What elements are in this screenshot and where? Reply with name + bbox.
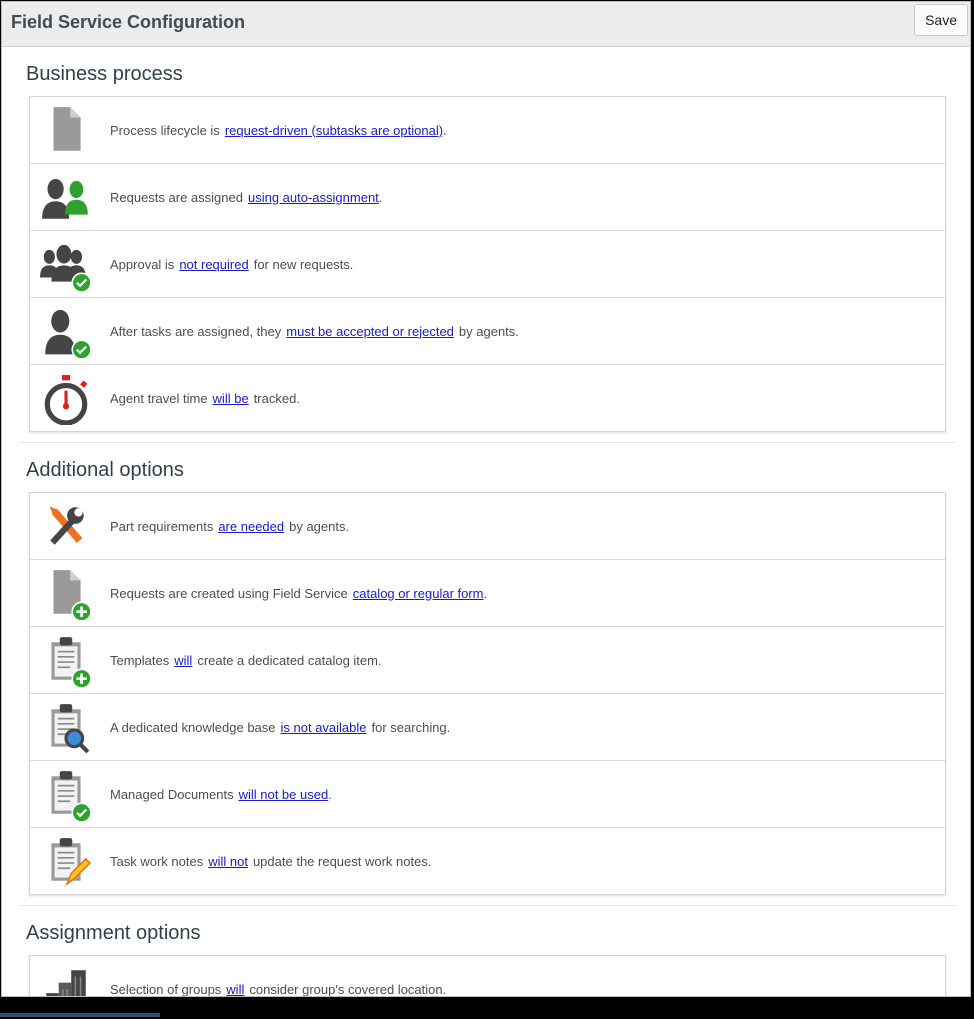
users-assign-icon <box>30 164 110 230</box>
clipboard-add-icon <box>30 627 110 693</box>
clipboard-check-icon <box>30 761 110 827</box>
setting-text: Task work notes will not update the reques… <box>110 854 431 869</box>
setting-suffix: . <box>443 122 447 138</box>
setting-suffix: . <box>328 786 332 802</box>
settings-card: Part requirements are needed by agents. Req… <box>29 492 946 895</box>
setting-value-link[interactable]: request-driven (subtasks are optional) <box>225 123 443 138</box>
setting-row: Selection of groups will consider group's … <box>30 956 945 997</box>
page-title: Field Service Configuration <box>11 12 246 32</box>
setting-suffix: create a dedicated catalog item. <box>197 652 382 668</box>
setting-row: A dedicated knowledge base is not availab… <box>30 694 945 761</box>
setting-text: Selection of groups will consider group's … <box>110 982 446 997</box>
setting-label: Process lifecycle is <box>110 122 220 138</box>
settings-card: Selection of groups will consider group's … <box>29 955 946 997</box>
setting-suffix: for new requests. <box>253 256 354 272</box>
setting-label: Templates <box>110 652 170 668</box>
setting-row: Requests are assigned using auto-assignme… <box>30 164 945 231</box>
section-divider <box>19 905 956 906</box>
tools-icon <box>30 493 110 559</box>
setting-label: A dedicated knowledge base <box>110 719 276 735</box>
section-divider <box>19 442 956 443</box>
stopwatch-icon <box>30 365 110 431</box>
setting-value-link[interactable]: using auto-assignment <box>248 190 379 205</box>
setting-suffix: tracked. <box>253 390 300 406</box>
setting-text: A dedicated knowledge base is not availab… <box>110 720 450 735</box>
setting-value-link[interactable]: must be accepted or rejected <box>286 324 454 339</box>
taskbar-strip <box>0 1013 160 1017</box>
setting-row: Agent travel time will be tracked. <box>30 365 945 431</box>
setting-text: After tasks are assigned, they must be ac… <box>110 324 519 339</box>
setting-suffix: . <box>378 189 383 205</box>
config-content: Business process Process lifecycle is requ… <box>2 62 970 997</box>
settings-card: Process lifecycle is request-driven (subt… <box>29 96 946 432</box>
setting-label: Approval is <box>110 256 175 272</box>
setting-text: Part requirements are needed by agents. <box>110 519 349 534</box>
setting-label: Requests are created using Field Service <box>110 585 348 601</box>
setting-row: Approval is not required for new requests. <box>30 231 945 298</box>
setting-text: Requests are assigned using auto-assignme… <box>110 190 382 205</box>
setting-suffix: by agents. <box>458 323 519 339</box>
setting-label: Managed Documents <box>110 786 234 802</box>
user-approved-icon <box>30 298 110 364</box>
setting-suffix: consider group's covered location. <box>249 981 447 997</box>
setting-row: Part requirements are needed by agents. <box>30 493 945 560</box>
document-icon <box>30 97 110 163</box>
setting-value-link[interactable]: will be <box>213 391 249 406</box>
setting-value-link[interactable]: is not available <box>281 720 367 735</box>
setting-value-link[interactable]: not required <box>179 257 248 272</box>
setting-label: Part requirements <box>110 518 214 534</box>
setting-text: Process lifecycle is request-driven (subt… <box>110 123 447 138</box>
setting-row: After tasks are assigned, they must be ac… <box>30 298 945 365</box>
setting-value-link[interactable]: will not be used <box>239 787 329 802</box>
setting-label: Agent travel time <box>110 390 208 406</box>
setting-value-link[interactable]: will <box>174 653 192 668</box>
clipboard-search-icon <box>30 694 110 760</box>
clipboard-edit-icon <box>30 828 110 894</box>
setting-label: Selection of groups <box>110 981 222 997</box>
setting-row: Task work notes will not update the reques… <box>30 828 945 894</box>
setting-label: Requests are assigned <box>110 189 243 205</box>
setting-suffix: for searching. <box>371 719 451 735</box>
setting-text: Approval is not required for new requests. <box>110 257 353 272</box>
setting-value-link[interactable]: will not <box>208 854 248 869</box>
setting-value-link[interactable]: will <box>226 982 244 997</box>
setting-row: Templates will create a dedicated catalog … <box>30 627 945 694</box>
setting-value-link[interactable]: catalog or regular form <box>353 586 484 601</box>
section-title: Assignment options <box>26 922 201 944</box>
setting-suffix: update the request work notes. <box>252 853 432 869</box>
setting-row: Requests are created using Field Service… <box>30 560 945 627</box>
section-title: Additional options <box>26 459 184 481</box>
setting-row: Process lifecycle is request-driven (subt… <box>30 97 945 164</box>
setting-text: Templates will create a dedicated catalog … <box>110 653 382 668</box>
group-approved-icon <box>30 231 110 297</box>
section-title: Business process <box>26 63 183 85</box>
config-window: Field Service Configuration Save Busines… <box>1 1 971 997</box>
setting-suffix: . <box>483 585 488 601</box>
save-button[interactable]: Save <box>914 4 968 36</box>
document-add-icon <box>30 560 110 626</box>
setting-text: Agent travel time will be tracked. <box>110 391 300 406</box>
setting-label: After tasks are assigned, they <box>110 323 282 339</box>
buildings-icon <box>30 956 110 996</box>
page-header: Field Service Configuration Save <box>2 2 970 47</box>
setting-value-link[interactable]: are needed <box>218 519 284 534</box>
setting-text: Requests are created using Field Service… <box>110 586 487 601</box>
setting-label: Task work notes <box>110 853 204 869</box>
setting-row: Managed Documents will not be used. <box>30 761 945 828</box>
setting-text: Managed Documents will not be used. <box>110 787 332 802</box>
setting-suffix: by agents. <box>289 518 350 534</box>
